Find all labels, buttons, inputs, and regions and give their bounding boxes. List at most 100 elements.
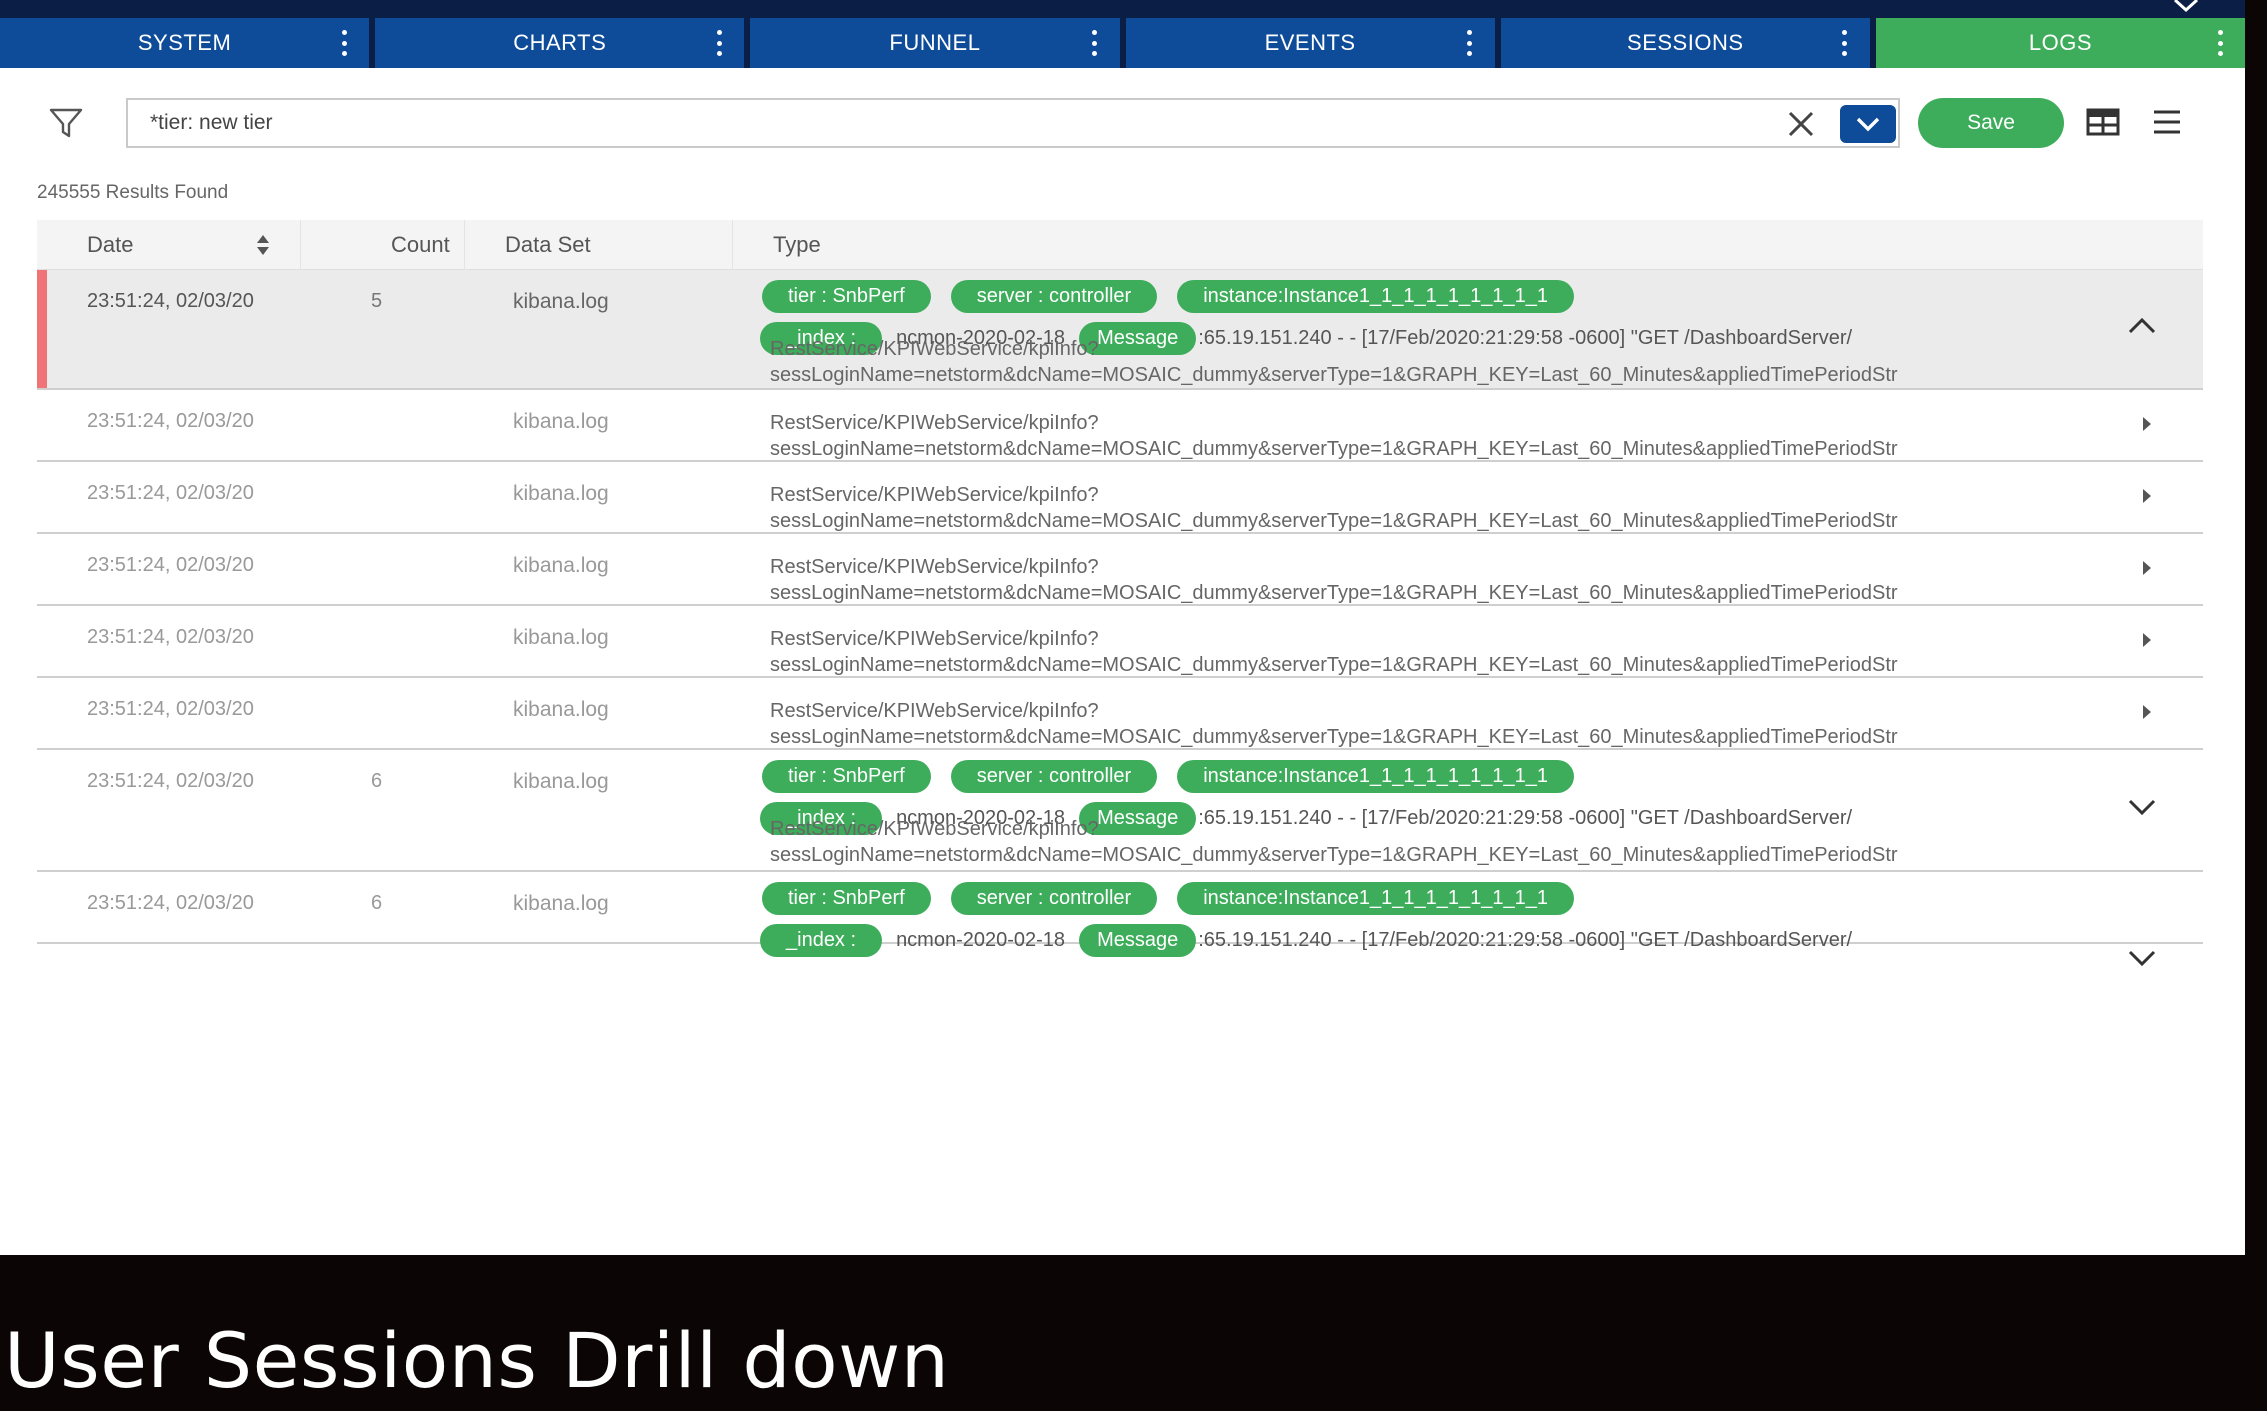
- log-text: RestService/KPIWebService/kpiInfo? sessLo…: [770, 626, 1898, 678]
- cell-dataset: kibana.log: [513, 770, 609, 793]
- tab-sessions[interactable]: SESSIONS: [1500, 18, 1870, 68]
- cell-dataset: kibana.log: [513, 290, 609, 313]
- tab-label: FUNNEL: [889, 30, 981, 55]
- index-message-line: _index : ncmon-2020-02-18 Message:65.19.15…: [760, 924, 1852, 957]
- tab-label: SESSIONS: [1627, 30, 1744, 55]
- table-body: 23:51:24, 02/03/20 5 kibana.log tier : SnbP…: [37, 270, 2203, 967]
- cell-date: 23:51:24, 02/03/20: [87, 482, 254, 504]
- top-bar: [0, 0, 2245, 18]
- tab-logs[interactable]: LOGS: [1875, 18, 2246, 68]
- kebab-menu-icon[interactable]: [1467, 30, 1473, 56]
- tab-bar: SYSTEM CHARTS FUNNEL EVENTS SESSIONS LOGS: [0, 18, 2246, 68]
- table-row[interactable]: 23:51:24, 02/03/20 kibana.log RestService/…: [37, 678, 2203, 750]
- search-box: [126, 98, 1900, 148]
- kebab-menu-icon[interactable]: [2217, 30, 2223, 56]
- save-button[interactable]: Save: [1918, 98, 2064, 148]
- table-row[interactable]: 23:51:24, 02/03/20 5 kibana.log tier : SnbP…: [37, 270, 2203, 390]
- cell-count: 6: [371, 770, 383, 792]
- column-header-count[interactable]: Count: [301, 220, 465, 270]
- log-line: RestService/KPIWebService/kpiInfo?: [770, 484, 1099, 506]
- caret-right-icon[interactable]: [2141, 703, 2153, 726]
- log-line: sessLoginName=netstorm&dcName=MOSAIC_dum…: [770, 654, 1898, 676]
- log-line: sessLoginName=netstorm&dcName=MOSAIC_dum…: [770, 844, 1898, 866]
- tab-charts[interactable]: CHARTS: [375, 18, 745, 68]
- tag-tier[interactable]: tier : SnbPerf: [762, 280, 931, 313]
- sort-icon[interactable]: [255, 233, 271, 257]
- tag-group: tier : SnbPerf server : controller instanc…: [762, 760, 1594, 793]
- search-input[interactable]: [150, 100, 1650, 146]
- chevron-up-icon[interactable]: [2127, 316, 2157, 341]
- kebab-menu-icon[interactable]: [1092, 30, 1098, 56]
- table-row[interactable]: 23:51:24, 02/03/20 kibana.log RestService/…: [37, 390, 2203, 462]
- log-text: RestService/KPIWebService/kpiInfo? sessLo…: [770, 482, 1898, 534]
- table-header: Date Count Data Set Type: [37, 220, 2203, 270]
- cell-dataset: kibana.log: [513, 626, 609, 649]
- logs-panel: Save 245555 Results Found Date Count Dat…: [0, 68, 2245, 1255]
- log-text: RestService/KPIWebService/kpiInfo? sessLo…: [770, 816, 1898, 868]
- cell-date: 23:51:24, 02/03/20: [87, 698, 254, 720]
- video-caption: User Sessions Drill down: [4, 1316, 950, 1405]
- cell-date: 23:51:24, 02/03/20: [87, 410, 254, 432]
- tab-events[interactable]: EVENTS: [1125, 18, 1495, 68]
- results-count: 245555 Results Found: [37, 182, 229, 203]
- kebab-menu-icon[interactable]: [341, 30, 347, 56]
- chevron-down-icon[interactable]: [2127, 948, 2157, 973]
- kebab-menu-icon[interactable]: [1842, 30, 1848, 56]
- index-value: ncmon-2020-02-18: [896, 929, 1066, 951]
- tag-index[interactable]: _index :: [760, 924, 883, 957]
- tab-funnel[interactable]: FUNNEL: [750, 18, 1120, 68]
- tab-system[interactable]: SYSTEM: [0, 18, 370, 68]
- log-line: RestService/KPIWebService/kpiInfo?: [770, 556, 1099, 578]
- tab-label: SYSTEM: [137, 30, 232, 55]
- log-line: sessLoginName=netstorm&dcName=MOSAIC_dum…: [770, 510, 1898, 532]
- column-header-label: Data Set: [505, 232, 591, 257]
- tab-label: CHARTS: [513, 30, 607, 55]
- table-row[interactable]: 23:51:24, 02/03/20 kibana.log RestService/…: [37, 606, 2203, 678]
- filter-icon[interactable]: [48, 106, 84, 140]
- table-row[interactable]: 23:51:24, 02/03/20 kibana.log RestService/…: [37, 534, 2203, 606]
- table-row[interactable]: 23:51:24, 02/03/20 6 kibana.log tier : SnbP…: [37, 872, 2203, 967]
- caret-right-icon[interactable]: [2141, 559, 2153, 582]
- cell-dataset: kibana.log: [513, 482, 609, 505]
- caret-right-icon[interactable]: [2141, 415, 2153, 438]
- tab-label: EVENTS: [1264, 30, 1356, 55]
- cell-date: 23:51:24, 02/03/20: [87, 892, 254, 914]
- tag-group: tier : SnbPerf server : controller instanc…: [762, 882, 1594, 915]
- cell-date: 23:51:24, 02/03/20: [87, 554, 254, 576]
- log-line: sessLoginName=netstorm&dcName=MOSAIC_dum…: [770, 438, 1898, 460]
- tag-server[interactable]: server : controller: [950, 882, 1158, 915]
- cell-dataset: kibana.log: [513, 698, 609, 721]
- kebab-menu-icon[interactable]: [716, 30, 722, 56]
- search-dropdown-button[interactable]: [1840, 105, 1896, 143]
- log-text: RestService/KPIWebService/kpiInfo? sessLo…: [770, 554, 1898, 606]
- cell-date: 23:51:24, 02/03/20: [87, 626, 254, 648]
- caret-right-icon[interactable]: [2141, 631, 2153, 654]
- chevron-down-icon[interactable]: [2127, 797, 2157, 822]
- tag-instance[interactable]: instance:Instance1_1_1_1_1_1_1_1_1: [1177, 280, 1574, 313]
- caret-right-icon[interactable]: [2141, 487, 2153, 510]
- column-header-label: Type: [773, 232, 821, 257]
- cell-date: 23:51:24, 02/03/20: [87, 770, 254, 792]
- tag-server[interactable]: server : controller: [950, 760, 1158, 793]
- table-row[interactable]: 23:51:24, 02/03/20 6 kibana.log tier : SnbP…: [37, 750, 2203, 872]
- tag-group: tier : SnbPerf server : controller instanc…: [762, 280, 1594, 313]
- tag-tier[interactable]: tier : SnbPerf: [762, 882, 931, 915]
- column-header-date[interactable]: Date: [37, 220, 301, 270]
- logs-table: Date Count Data Set Type 23:51:24, 02/03…: [37, 220, 2203, 967]
- table-row[interactable]: 23:51:24, 02/03/20 kibana.log RestService/…: [37, 462, 2203, 534]
- log-text: RestService/KPIWebService/kpiInfo? sessLo…: [770, 336, 1898, 388]
- chevron-down-icon[interactable]: [2171, 0, 2201, 16]
- tag-instance[interactable]: instance:Instance1_1_1_1_1_1_1_1_1: [1177, 760, 1574, 793]
- log-line: RestService/KPIWebService/kpiInfo?: [770, 700, 1099, 722]
- cell-dataset: kibana.log: [513, 410, 609, 433]
- tag-message[interactable]: Message: [1079, 924, 1197, 957]
- tag-server[interactable]: server : controller: [950, 280, 1158, 313]
- column-header-type[interactable]: Type: [733, 220, 2203, 270]
- table-view-icon[interactable]: [2086, 107, 2120, 137]
- tag-instance[interactable]: instance:Instance1_1_1_1_1_1_1_1_1: [1177, 882, 1574, 915]
- tag-tier[interactable]: tier : SnbPerf: [762, 760, 931, 793]
- menu-icon[interactable]: [2152, 108, 2182, 136]
- log-line: RestService/KPIWebService/kpiInfo?: [770, 338, 1099, 360]
- close-icon[interactable]: [1787, 110, 1815, 138]
- column-header-dataset[interactable]: Data Set: [465, 220, 733, 270]
